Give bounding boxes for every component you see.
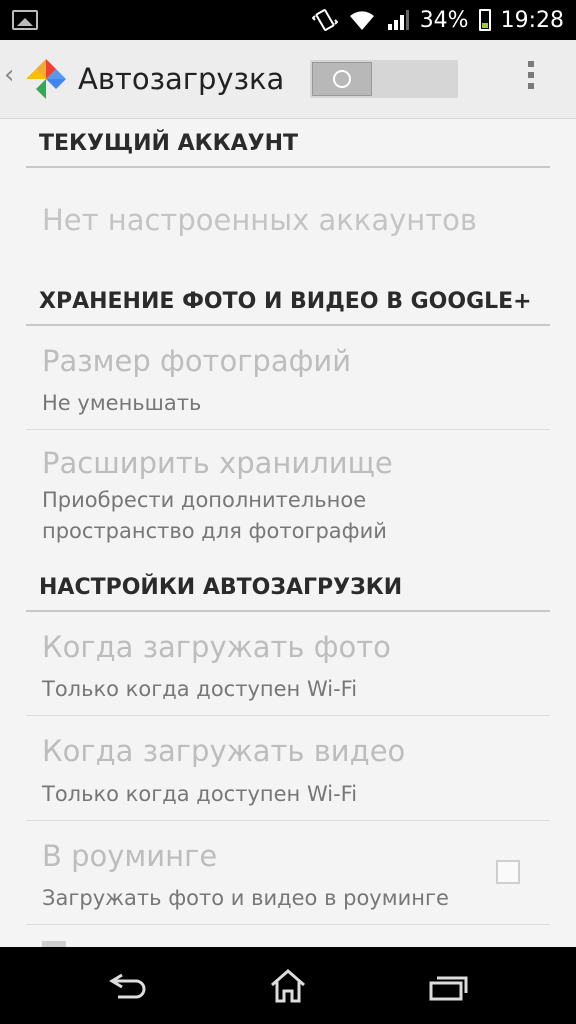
battery-percent: 34% xyxy=(419,7,469,33)
pref-summary: Не уменьшать xyxy=(42,391,202,415)
pref-summary: Только когда доступен Wi-Fi xyxy=(42,677,358,701)
recent-apps-icon[interactable] xyxy=(418,961,478,1011)
roaming-checkbox[interactable] xyxy=(496,860,520,884)
action-bar: ‹ Автозагрузка xyxy=(0,40,576,119)
page-title: Автозагрузка xyxy=(78,62,285,96)
toggle-off-icon xyxy=(333,70,351,88)
status-icons: 34% 19:28 xyxy=(311,0,564,40)
clock: 19:28 xyxy=(500,7,564,33)
pref-title: Расширить хранилище xyxy=(42,446,393,480)
back-icon[interactable] xyxy=(98,961,158,1011)
pref-photo-size[interactable]: Размер фотографий Не уменьшать xyxy=(26,326,550,430)
pref-summary: Приобрести дополнительное пространство д… xyxy=(42,488,387,543)
wifi-icon xyxy=(349,11,374,30)
pref-summary: Только когда доступен Wi-Fi xyxy=(42,782,358,806)
pref-photo-upload-when[interactable]: Когда загружать фото Только когда доступ… xyxy=(26,612,550,716)
pref-next-partial[interactable] xyxy=(26,925,550,947)
autoupload-toggle[interactable] xyxy=(310,60,458,98)
pref-title: Когда загружать фото xyxy=(42,630,391,664)
pref-title: Размер фотографий xyxy=(42,344,352,378)
category-header-label: ХРАНЕНИЕ ФОТО И ВИДЕО В GOOGLE+ xyxy=(39,289,532,314)
status-bar: 34% 19:28 xyxy=(0,0,576,40)
home-icon[interactable] xyxy=(258,961,318,1011)
gallery-icon xyxy=(12,10,38,30)
pref-title: В роуминге xyxy=(42,839,218,873)
overflow-menu-icon[interactable] xyxy=(525,61,537,101)
up-caret-icon[interactable]: ‹ xyxy=(4,60,14,90)
settings-list[interactable]: ТЕКУЩИЙ АККАУНТ Нет настроенных аккаунто… xyxy=(0,119,576,947)
vibrate-icon xyxy=(311,9,338,31)
pref-expand-storage[interactable]: Расширить хранилище Приобрести дополните… xyxy=(26,430,550,556)
battery-icon xyxy=(478,9,491,31)
signal-icon xyxy=(387,10,409,30)
photos-pinwheel-icon[interactable] xyxy=(22,55,70,103)
category-header-autoupload: НАСТРОЙКИ АВТОЗАГРУЗКИ xyxy=(26,557,550,612)
pref-roaming[interactable]: В роуминге Загружать фото и видео в роум… xyxy=(26,821,550,925)
category-header-account: ТЕКУЩИЙ АККАУНТ xyxy=(26,119,550,168)
category-header-storage: ХРАНЕНИЕ ФОТО И ВИДЕО В GOOGLE+ xyxy=(26,269,550,326)
category-header-label: НАСТРОЙКИ АВТОЗАГРУЗКИ xyxy=(39,575,403,600)
toggle-thumb[interactable] xyxy=(312,62,372,96)
pref-summary: Загружать фото и видео в роуминге xyxy=(42,886,449,910)
category-header-label: ТЕКУЩИЙ АККАУНТ xyxy=(39,131,299,156)
battery-level xyxy=(481,23,488,28)
navigation-bar xyxy=(0,947,576,1024)
pref-title: Когда загружать видео xyxy=(42,734,406,768)
no-accounts-label: Нет настроенных аккаунтов xyxy=(42,203,477,237)
pref-video-upload-when[interactable]: Когда загружать видео Только когда досту… xyxy=(26,716,550,821)
no-accounts-item: Нет настроенных аккаунтов xyxy=(26,168,550,266)
